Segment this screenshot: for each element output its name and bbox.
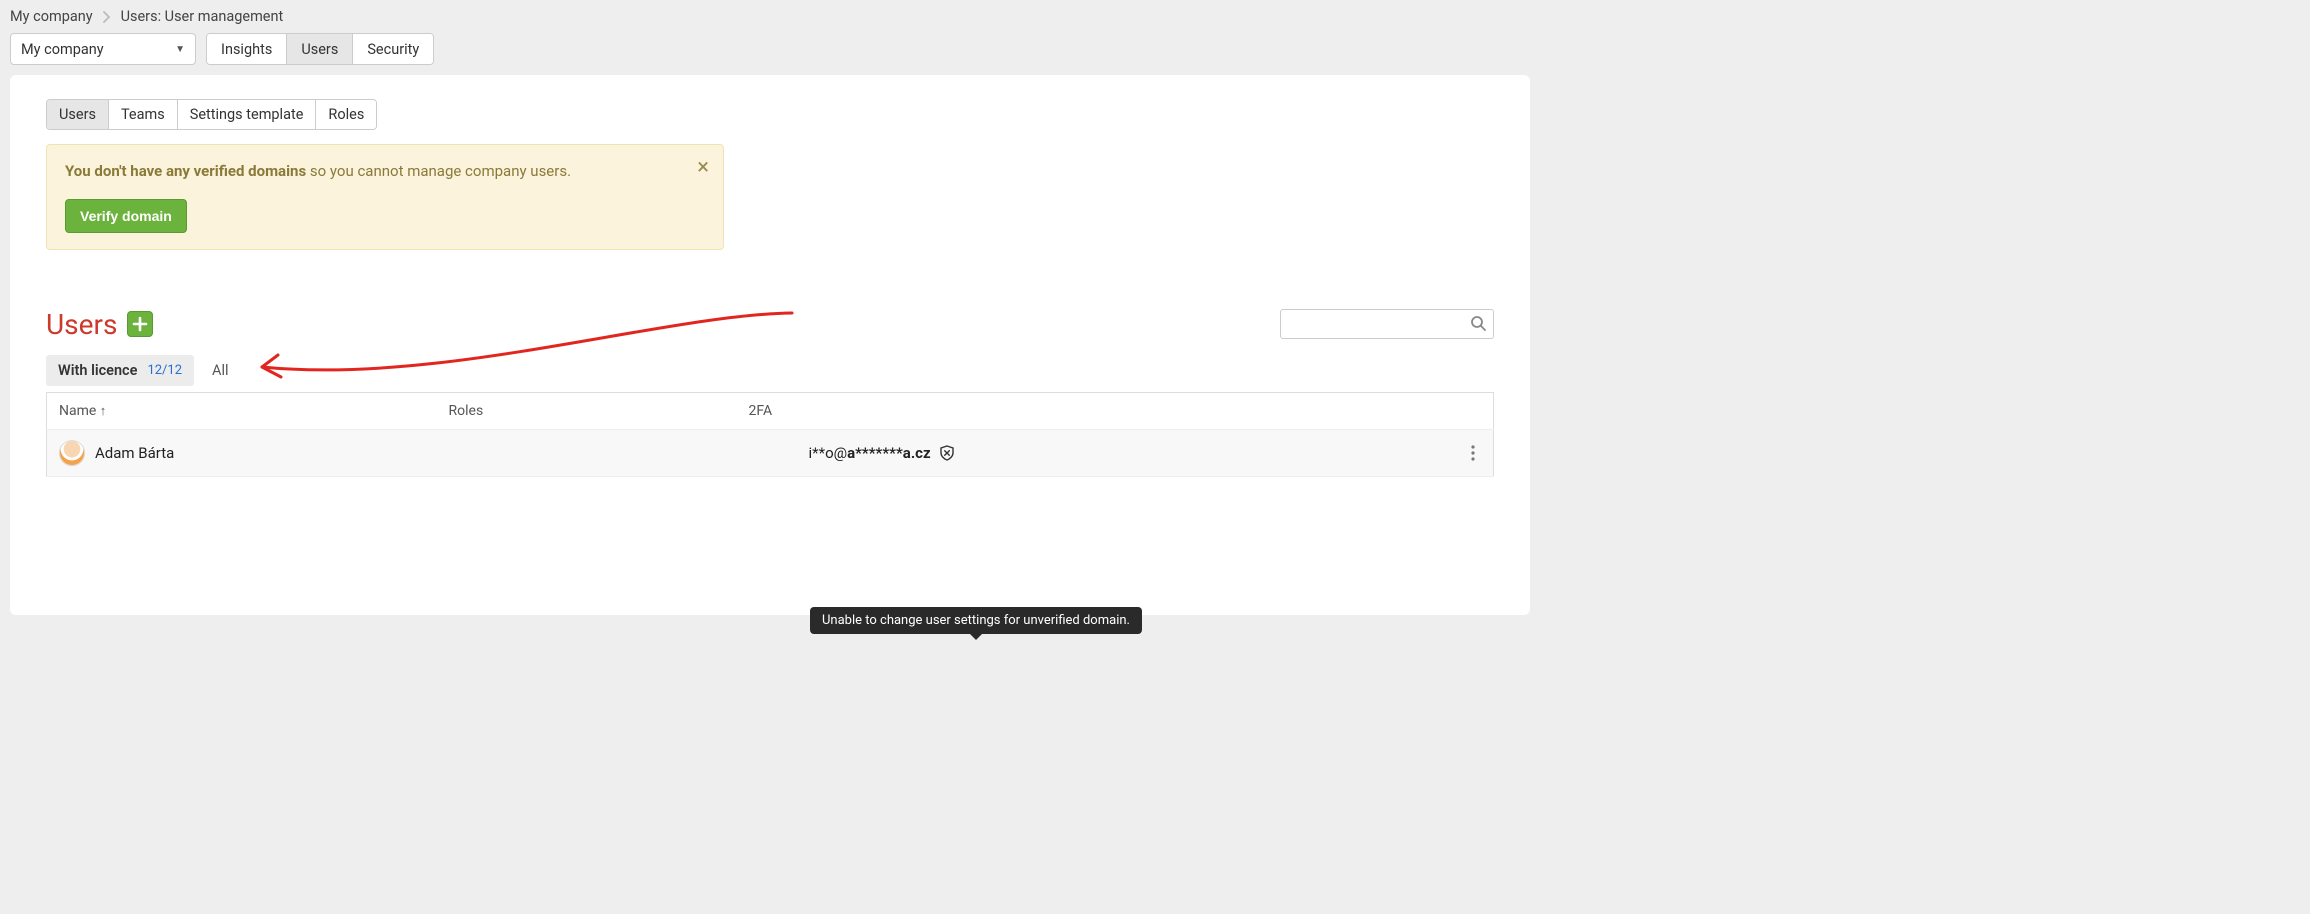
subtab-teams[interactable]: Teams (109, 100, 178, 129)
filter-with-licence-label: With licence (58, 362, 137, 379)
users-table: Name ↑ Roles 2FA Adam Bárta (46, 392, 1494, 477)
column-header-email[interactable] (797, 392, 1454, 429)
top-tabs: Insights Users Security (206, 33, 434, 65)
close-icon[interactable]: × (697, 157, 709, 179)
column-header-name-label: Name (59, 403, 96, 419)
search-input[interactable] (1280, 309, 1494, 339)
add-user-button[interactable] (127, 311, 153, 337)
filter-all[interactable]: All (212, 362, 229, 379)
company-selector-label: My company (21, 41, 104, 58)
verify-domain-notice: × You don't have any verified domains so… (46, 144, 724, 250)
column-header-2fa[interactable]: 2FA (737, 392, 797, 429)
user-email: i**o@a*******a.cz (809, 444, 1442, 462)
notice-rest: so you cannot manage company users. (306, 162, 571, 180)
company-selector[interactable]: My company ▼ (10, 33, 196, 65)
tab-users[interactable]: Users (287, 34, 353, 64)
email-domain: a*******a.cz (847, 444, 931, 462)
breadcrumb-item[interactable]: My company (10, 8, 93, 25)
chevron-right-icon (103, 11, 111, 23)
column-header-name[interactable]: Name ↑ (47, 392, 437, 429)
shield-x-icon (939, 445, 955, 461)
sub-tabs: Users Teams Settings template Roles (46, 99, 377, 130)
page-title: Users (46, 308, 117, 341)
breadcrumb-item[interactable]: Users: User management (121, 8, 284, 25)
filter-tabs: With licence 12/12 All (46, 355, 1494, 386)
main-card: Users Teams Settings template Roles × Yo… (10, 75, 1530, 615)
tab-security[interactable]: Security (353, 34, 433, 64)
column-header-roles[interactable]: Roles (437, 392, 737, 429)
filter-with-licence[interactable]: With licence 12/12 (46, 355, 194, 386)
notice-text: You don't have any verified domains so y… (65, 161, 673, 183)
subtab-roles[interactable]: Roles (316, 100, 376, 129)
tab-insights[interactable]: Insights (207, 34, 287, 64)
search-box (1280, 309, 1494, 339)
subtab-settings-template[interactable]: Settings template (178, 100, 317, 129)
subtab-users[interactable]: Users (47, 100, 109, 129)
user-name: Adam Bárta (95, 444, 174, 462)
sort-arrow-icon: ↑ (100, 404, 107, 419)
row-actions-menu[interactable] (1466, 445, 1482, 461)
filter-with-licence-count: 12/12 (147, 363, 182, 378)
table-row[interactable]: Adam Bárta i**o@a*******a.cz (47, 429, 1494, 476)
notice-bold: You don't have any verified domains (65, 162, 306, 180)
breadcrumb: My company Users: User management (0, 0, 1540, 27)
caret-down-icon: ▼ (175, 44, 185, 55)
avatar (59, 440, 85, 466)
tooltip: Unable to change user settings for unver… (810, 607, 1142, 634)
verify-domain-button[interactable]: Verify domain (65, 199, 187, 233)
email-prefix: i**o@ (809, 444, 848, 462)
